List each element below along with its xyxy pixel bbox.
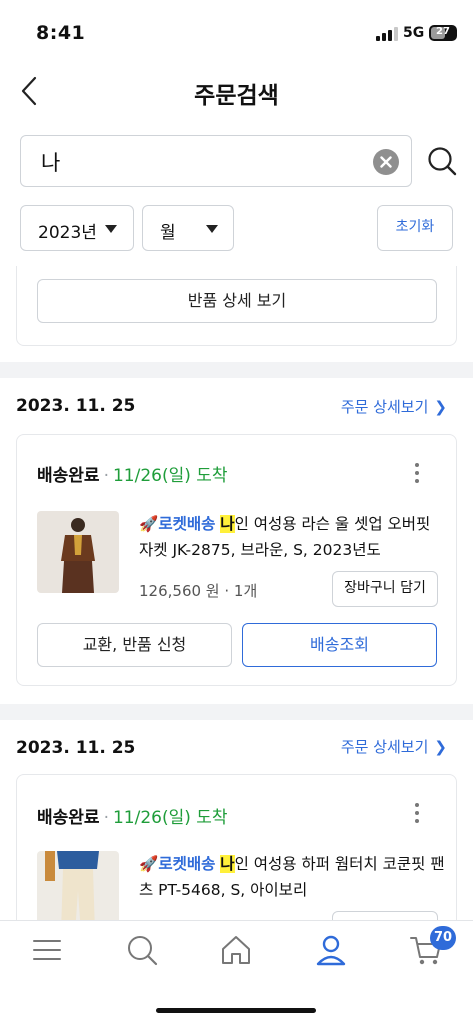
product-name[interactable]: 🚀로켓배송 나인 여성용 하퍼 웜터치 코쿤핏 팬츠 PT-5468, S, 아… — [139, 851, 449, 903]
arrival-date: 11/26(일) 도착 — [112, 466, 228, 486]
section-divider — [0, 704, 473, 720]
exchange-return-button[interactable]: 교환, 반품 신청 — [37, 623, 232, 667]
chevron-right-icon: ❯ — [434, 738, 447, 756]
search-query-text: 나 — [41, 151, 61, 175]
order-card-partial: 반품 상세 보기 — [16, 266, 457, 346]
my-account-icon[interactable] — [314, 933, 348, 967]
search-highlight: 나 — [220, 515, 235, 533]
order-date: 2023. 11. 25 — [16, 396, 136, 416]
rocket-delivery-icon: 🚀 — [139, 515, 159, 533]
search-icon[interactable] — [426, 145, 458, 177]
order-card: 배송완료 · 11/26(일) 도착 🚀로켓배송 나인 여성용 라슨 울 셋업 오버… — [16, 434, 457, 686]
page-title: 주문검색 — [194, 83, 279, 109]
home-indicator — [156, 1008, 316, 1013]
rocket-delivery-label: 로켓배송 — [158, 515, 216, 533]
arrival-date: 11/26(일) 도착 — [112, 808, 228, 828]
cart-count-badge: 70 — [430, 926, 456, 950]
status-bar: 8:41 5G 27 — [0, 0, 473, 62]
product-image[interactable] — [37, 511, 119, 593]
track-delivery-button[interactable]: 배송조회 — [242, 623, 437, 667]
status-time: 8:41 — [36, 22, 86, 44]
reset-button[interactable]: 초기화 — [377, 205, 453, 251]
order-detail-link[interactable]: 주문 상세보기 ❯ — [341, 396, 447, 417]
cellular-signal-icon — [376, 27, 398, 41]
order-detail-link[interactable]: 주문 상세보기 ❯ — [341, 736, 447, 757]
more-options-icon[interactable] — [414, 463, 420, 483]
return-detail-button[interactable]: 반품 상세 보기 — [37, 279, 437, 323]
battery-icon: 27 — [429, 25, 457, 41]
price-qty: 126,560 원 · 1개 — [139, 582, 258, 600]
page-header: 주문검색 — [0, 62, 473, 122]
price: 126,560 원 — [139, 582, 220, 600]
month-select[interactable]: 월 — [142, 205, 234, 251]
chevron-right-icon: ❯ — [434, 398, 447, 416]
quantity: 1개 — [233, 582, 258, 600]
year-select[interactable]: 2023년 — [20, 205, 134, 251]
search-highlight: 나 — [220, 855, 235, 873]
order-date: 2023. 11. 25 — [16, 738, 136, 758]
clear-search-icon[interactable] — [373, 149, 399, 175]
product-image[interactable] — [37, 851, 119, 920]
order-detail-label: 주문 상세보기 — [340, 398, 429, 416]
search-icon[interactable] — [125, 933, 159, 967]
more-options-icon[interactable] — [414, 803, 420, 823]
delivery-status: 배송완료 · 11/26(일) 도착 — [37, 808, 228, 828]
order-search-input[interactable]: 나 — [20, 135, 412, 187]
battery-level: 27 — [436, 26, 450, 37]
month-select-value: 월 — [160, 223, 176, 243]
rocket-delivery-icon: 🚀 — [139, 855, 159, 873]
year-select-value: 2023년 — [38, 223, 97, 243]
network-type: 5G — [403, 25, 425, 41]
rocket-delivery-label: 로켓배송 — [158, 855, 216, 873]
order-list[interactable]: 반품 상세 보기 2023. 11. 25 주문 상세보기 ❯ 배송완료 · 11/2… — [0, 266, 473, 920]
caret-down-icon — [105, 225, 117, 233]
add-to-cart-button[interactable] — [332, 911, 438, 920]
section-divider — [0, 362, 473, 378]
caret-down-icon — [206, 225, 218, 233]
home-icon[interactable] — [219, 933, 253, 967]
product-name[interactable]: 🚀로켓배송 나인 여성용 라슨 울 셋업 오버핏 자켓 JK-2875, 브라운… — [139, 511, 449, 563]
order-detail-label: 주문 상세보기 — [340, 738, 429, 756]
delivery-status-label: 배송완료 — [37, 808, 100, 828]
add-to-cart-button[interactable]: 장바구니 담기 — [332, 571, 438, 607]
order-card: 배송완료 · 11/26(일) 도착 🚀로켓배송 나인 여성용 하퍼 웜터치 코쿤핏… — [16, 774, 457, 920]
delivery-status: 배송완료 · 11/26(일) 도착 — [37, 466, 228, 486]
menu-icon[interactable] — [30, 933, 64, 967]
delivery-status-label: 배송완료 — [37, 466, 100, 486]
